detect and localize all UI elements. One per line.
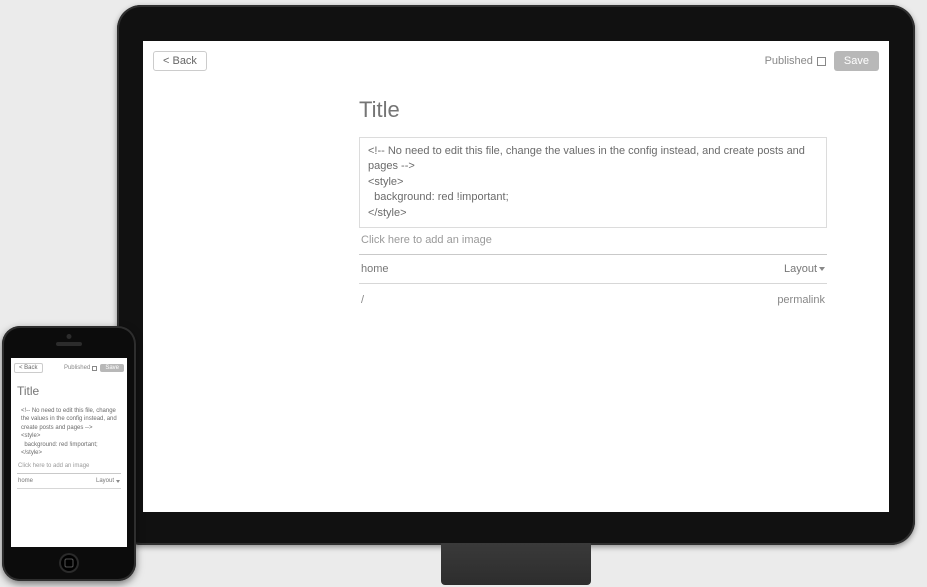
external-link-icon	[817, 57, 826, 66]
title-input[interactable]	[359, 77, 827, 137]
published-label: Published	[765, 55, 813, 67]
permalink-label[interactable]: permalink	[777, 294, 825, 306]
layout-select[interactable]: Layout	[784, 263, 825, 275]
phone-earpiece	[56, 342, 82, 346]
desktop-preview: < Back Published Save <!-- No need to ed…	[143, 41, 889, 512]
save-button[interactable]: Save	[834, 51, 879, 71]
body-textarea[interactable]: <!-- No need to edit this file, change t…	[359, 137, 827, 228]
add-image-button[interactable]: Click here to add an image	[17, 460, 121, 474]
layout-select[interactable]: Layout	[96, 478, 120, 484]
external-link-icon	[92, 366, 97, 371]
topbar: < Back Published Save	[143, 41, 889, 77]
topbar: < Back Published Save	[11, 358, 127, 376]
tag-layout-row: home Layout	[359, 255, 827, 284]
chevron-down-icon	[116, 480, 120, 483]
monitor-stand	[441, 543, 591, 585]
tag-layout-row: home Layout	[17, 474, 121, 489]
phone-camera	[67, 334, 72, 339]
published-label: Published	[64, 365, 90, 371]
editor-content: <!-- No need to edit this file, change t…	[333, 77, 853, 316]
body-textarea[interactable]: <!-- No need to edit this file, change t…	[17, 404, 121, 460]
tag-value[interactable]: home	[361, 263, 389, 275]
slug-value[interactable]: /	[361, 294, 364, 306]
layout-label: Layout	[784, 263, 817, 275]
back-button[interactable]: < Back	[14, 363, 43, 373]
phone-home-button	[59, 553, 79, 573]
layout-label: Layout	[96, 478, 114, 484]
tag-value[interactable]: home	[18, 478, 33, 484]
save-button[interactable]: Save	[100, 364, 124, 372]
permalink-row: / permalink	[359, 284, 827, 316]
published-link[interactable]: Published	[64, 365, 97, 371]
chevron-down-icon	[819, 267, 825, 271]
mobile-preview: < Back Published Save <!-- No need to ed…	[11, 358, 127, 547]
add-image-button[interactable]: Click here to add an image	[359, 228, 827, 255]
title-input[interactable]	[17, 376, 121, 404]
published-link[interactable]: Published	[765, 55, 826, 67]
back-button[interactable]: < Back	[153, 51, 207, 71]
editor-content: <!-- No need to edit this file, change t…	[11, 376, 127, 489]
